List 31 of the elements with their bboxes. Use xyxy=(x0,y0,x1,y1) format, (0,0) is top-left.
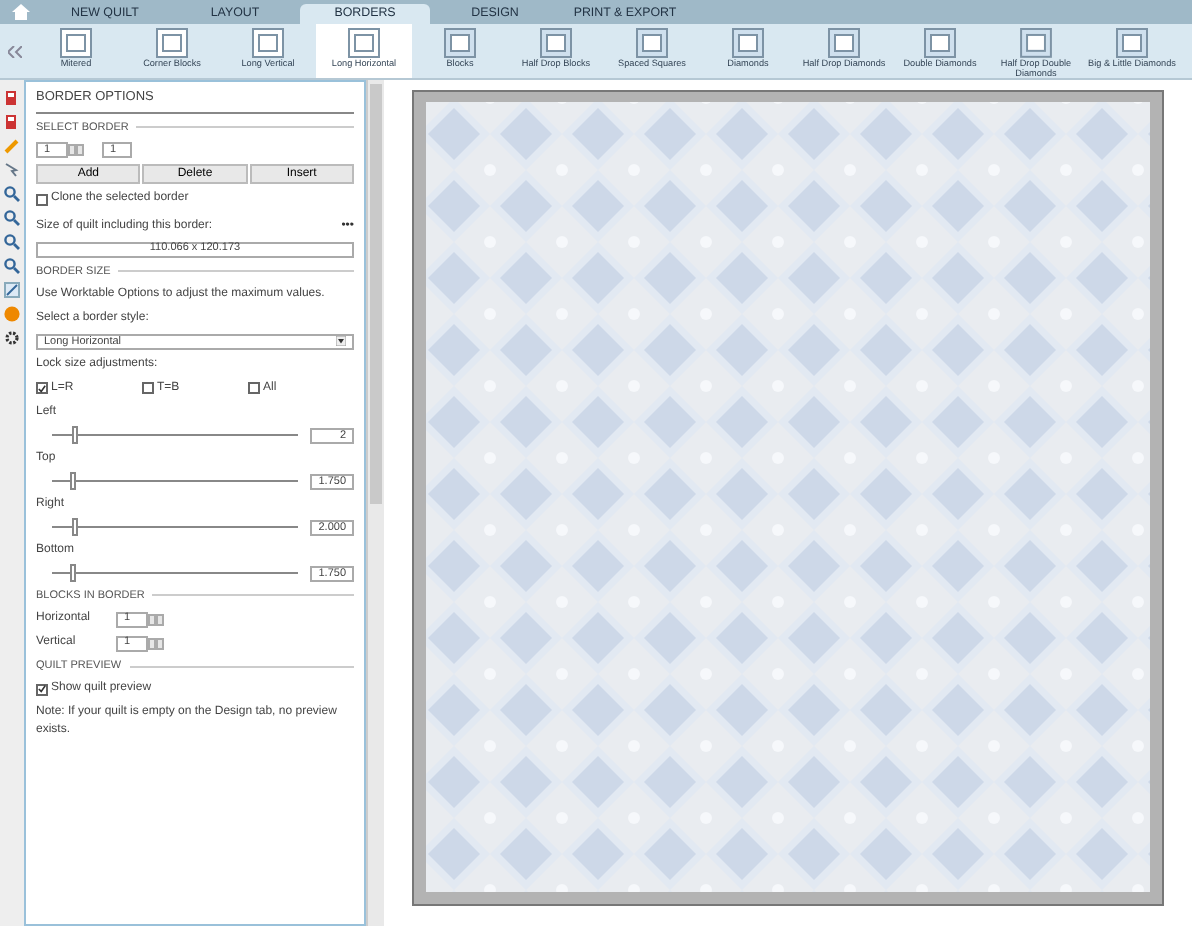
checkbox[interactable] xyxy=(36,382,48,395)
scrollbar[interactable] xyxy=(366,80,384,926)
checkbox[interactable] xyxy=(36,683,48,696)
cursor-icon[interactable] xyxy=(4,162,20,178)
zoom-icon[interactable] xyxy=(4,258,20,274)
collapse-icon[interactable] xyxy=(7,45,21,57)
scroll-thumb[interactable] xyxy=(370,84,382,504)
home-icon[interactable] xyxy=(11,4,29,20)
help-icon[interactable] xyxy=(4,306,20,322)
slider-thumb[interactable] xyxy=(72,426,79,445)
checkbox[interactable] xyxy=(142,382,154,395)
slider-thumb[interactable] xyxy=(72,518,79,537)
checkbox[interactable] xyxy=(36,193,48,205)
slider-thumb[interactable] xyxy=(70,472,77,491)
zoom-icon[interactable] xyxy=(4,234,20,250)
border-style-icon xyxy=(348,28,380,58)
document-icon[interactable] xyxy=(4,90,20,106)
zoom-icon[interactable] xyxy=(4,210,20,226)
settings-icon[interactable] xyxy=(4,330,20,346)
spin-up-button[interactable] xyxy=(76,144,84,156)
line-tool-icon[interactable] xyxy=(4,282,20,298)
spin-down-button[interactable] xyxy=(68,144,76,156)
border-style-icon xyxy=(252,28,284,58)
border-style-icon xyxy=(60,28,92,58)
document-icon[interactable] xyxy=(4,114,20,130)
zoom-icon[interactable] xyxy=(4,186,20,202)
border-style-icon xyxy=(156,28,188,58)
slider-thumb[interactable] xyxy=(70,564,77,583)
pencil-icon[interactable] xyxy=(4,138,20,154)
checkbox[interactable] xyxy=(248,382,260,395)
dropdown-arrow-icon[interactable] xyxy=(336,336,346,347)
